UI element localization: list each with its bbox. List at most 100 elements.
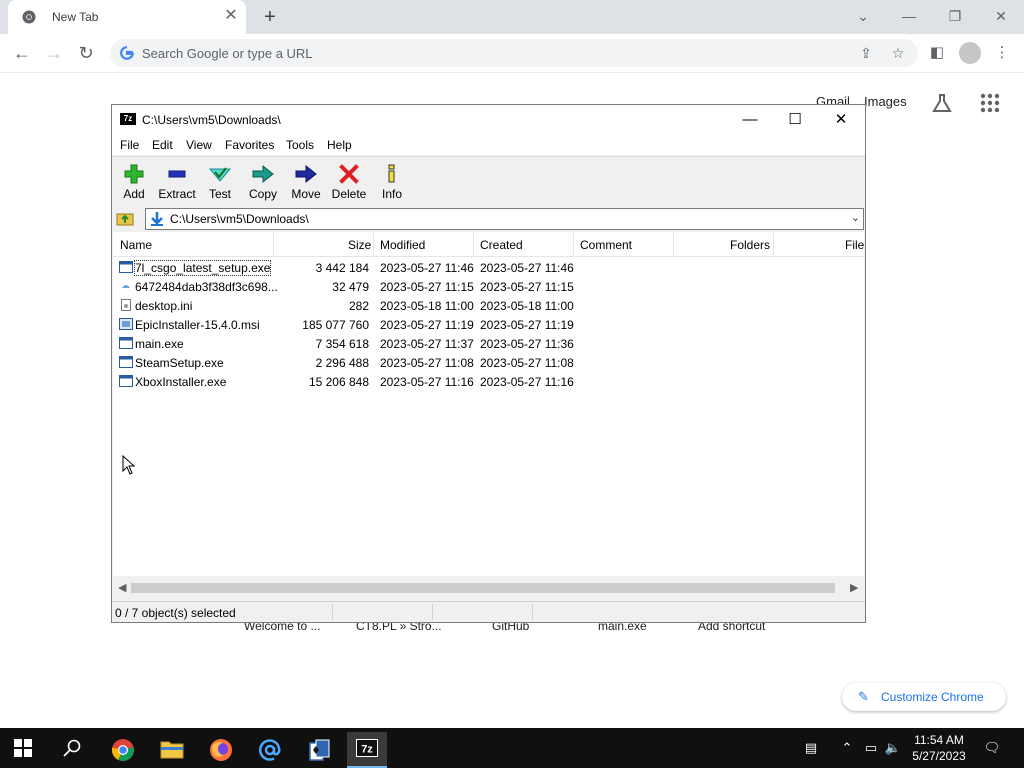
- scrollbar-thumb[interactable]: [131, 583, 835, 593]
- minimize-icon[interactable]: —: [897, 6, 921, 26]
- address-field[interactable]: C:\Users\vm5\Downloads\ ⌄: [145, 208, 864, 230]
- menu-help[interactable]: Help: [327, 138, 352, 152]
- menu-view[interactable]: View: [186, 138, 212, 152]
- google-g-icon: [120, 46, 134, 60]
- file-row[interactable]: SteamSetup.exe 2 296 488 2023-05-27 11:0…: [113, 353, 864, 372]
- file-row[interactable]: desktop.ini 282 2023-05-18 11:00 2023-05…: [113, 296, 864, 315]
- forward-arrow-icon[interactable]: →: [41, 40, 67, 66]
- taskbar-file-explorer[interactable]: [152, 732, 192, 768]
- delete-button[interactable]: Delete: [327, 159, 371, 203]
- file-created: 2023-05-27 11:19: [480, 318, 574, 332]
- exe-file-icon: [119, 356, 133, 368]
- back-arrow-icon[interactable]: ←: [9, 40, 35, 66]
- pencil-icon: ✎: [858, 689, 869, 704]
- add-label: Add: [123, 187, 145, 201]
- move-button[interactable]: Move: [284, 159, 328, 203]
- close-window-icon[interactable]: ✕: [989, 6, 1013, 26]
- file-name: XboxInstaller.exe: [135, 375, 227, 389]
- 7zip-minimize-icon[interactable]: —: [736, 110, 764, 130]
- scroll-right-icon[interactable]: ▶: [850, 581, 858, 594]
- 7zip-close-icon[interactable]: ✕: [827, 110, 855, 130]
- scroll-left-icon[interactable]: ◀: [118, 581, 126, 594]
- address-dropdown-icon[interactable]: ⌄: [851, 211, 860, 224]
- col-files[interactable]: File: [845, 238, 864, 252]
- taskbar-7zip[interactable]: 7z: [347, 732, 387, 768]
- taskbar-chrome[interactable]: [103, 732, 143, 768]
- file-created: 2023-05-27 11:16: [480, 375, 574, 389]
- file-created: 2023-05-27 11:46: [480, 261, 574, 275]
- info-i-icon: [388, 164, 395, 183]
- omnibox[interactable]: Search Google or type a URL ⇪ ☆: [110, 39, 918, 67]
- menu-file[interactable]: File: [120, 138, 139, 152]
- add-button[interactable]: Add: [112, 159, 156, 203]
- col-size[interactable]: Size: [348, 238, 371, 252]
- tab-search-chevron-icon[interactable]: ⌄: [851, 6, 875, 26]
- extract-label: Extract: [158, 187, 196, 201]
- col-separator[interactable]: [273, 232, 274, 256]
- file-row[interactable]: 6472484dab3f38df3c698... 32 479 2023-05-…: [113, 277, 864, 296]
- tray-overflow-chevron-icon[interactable]: ⌃: [837, 738, 857, 758]
- col-separator[interactable]: [773, 232, 774, 256]
- col-folders[interactable]: Folders: [730, 238, 770, 252]
- col-created[interactable]: Created: [480, 238, 523, 252]
- col-separator[interactable]: [373, 232, 374, 256]
- menu-edit[interactable]: Edit: [152, 138, 173, 152]
- tab-close-icon[interactable]: ✕: [222, 7, 240, 25]
- menu-favorites[interactable]: Favorites: [225, 138, 274, 152]
- exe-file-icon: [119, 261, 133, 273]
- col-separator[interactable]: [473, 232, 474, 256]
- file-name: 7l_csgo_latest_setup.exe: [133, 260, 272, 276]
- taskbar-firefox[interactable]: [201, 732, 241, 768]
- file-created: 2023-05-27 11:36: [480, 337, 574, 351]
- taskbar-solitaire[interactable]: [299, 732, 339, 768]
- status-separator: [332, 604, 333, 620]
- file-name: EpicInstaller-15.4.0.msi: [135, 318, 260, 332]
- volume-muted-icon[interactable]: 🔈: [883, 738, 903, 758]
- apps-grid-icon[interactable]: [980, 93, 1000, 113]
- windows-taskbar: 7z ▤ ⌃ ▭ 🔈 11:54 AM 5/27/2023 🗨: [0, 728, 1024, 768]
- bookmark-star-icon[interactable]: ☆: [888, 43, 908, 63]
- file-list-header: Name Size Modified Created Comment Folde…: [113, 232, 864, 257]
- tab-new-tab[interactable]: New Tab ✕: [8, 0, 246, 34]
- plus-icon: [124, 164, 144, 184]
- customize-chrome-button[interactable]: ✎ Customize Chrome: [842, 683, 1006, 711]
- network-icon[interactable]: ▭: [861, 738, 881, 758]
- chrome-menu-icon[interactable]: ⋮: [991, 42, 1013, 64]
- side-panel-icon[interactable]: ◧: [926, 42, 948, 64]
- news-widget-icon[interactable]: ▤: [798, 738, 824, 758]
- copy-button[interactable]: Copy: [241, 159, 285, 203]
- folder-up-icon[interactable]: [116, 209, 134, 227]
- file-row[interactable]: 7l_csgo_latest_setup.exe 3 442 184 2023-…: [113, 258, 864, 277]
- 7zip-titlebar[interactable]: 7z C:\Users\vm5\Downloads\ — ☐ ✕: [112, 105, 865, 135]
- notification-icon[interactable]: 🗨: [980, 738, 1004, 758]
- file-size: 2 296 488: [315, 356, 369, 370]
- taskbar-clock[interactable]: 11:54 AM 5/27/2023: [906, 732, 972, 764]
- new-tab-button[interactable]: +: [258, 5, 282, 29]
- info-button[interactable]: Info: [370, 159, 414, 203]
- col-modified[interactable]: Modified: [380, 238, 425, 252]
- 7zip-taskbar-icon: 7z: [356, 739, 378, 757]
- profile-avatar-icon[interactable]: [959, 42, 981, 64]
- labs-flask-icon[interactable]: [931, 92, 953, 114]
- reload-icon[interactable]: ↻: [73, 40, 99, 66]
- col-name[interactable]: Name: [120, 238, 152, 252]
- file-row[interactable]: XboxInstaller.exe 15 206 848 2023-05-27 …: [113, 372, 864, 391]
- col-comment[interactable]: Comment: [580, 238, 632, 252]
- horizontal-scrollbar[interactable]: ◀ ▶: [113, 580, 864, 596]
- restore-icon[interactable]: ❐: [943, 6, 967, 26]
- mouse-cursor-icon: [122, 455, 136, 475]
- extract-button[interactable]: Extract: [155, 159, 199, 203]
- test-button[interactable]: Test: [198, 159, 242, 203]
- file-modified: 2023-05-18 11:00: [380, 299, 474, 313]
- file-row[interactable]: main.exe 7 354 618 2023-05-27 11:37 2023…: [113, 334, 864, 353]
- col-separator[interactable]: [673, 232, 674, 256]
- taskbar-mail[interactable]: [250, 732, 290, 768]
- windows-start-icon[interactable]: [14, 739, 32, 757]
- taskbar-search[interactable]: [52, 732, 92, 768]
- file-row[interactable]: EpicInstaller-15.4.0.msi 185 077 760 202…: [113, 315, 864, 334]
- 7zip-maximize-icon[interactable]: ☐: [781, 110, 809, 130]
- images-link[interactable]: Images: [864, 94, 907, 109]
- share-icon[interactable]: ⇪: [856, 43, 876, 63]
- menu-tools[interactable]: Tools: [286, 138, 314, 152]
- col-separator[interactable]: [573, 232, 574, 256]
